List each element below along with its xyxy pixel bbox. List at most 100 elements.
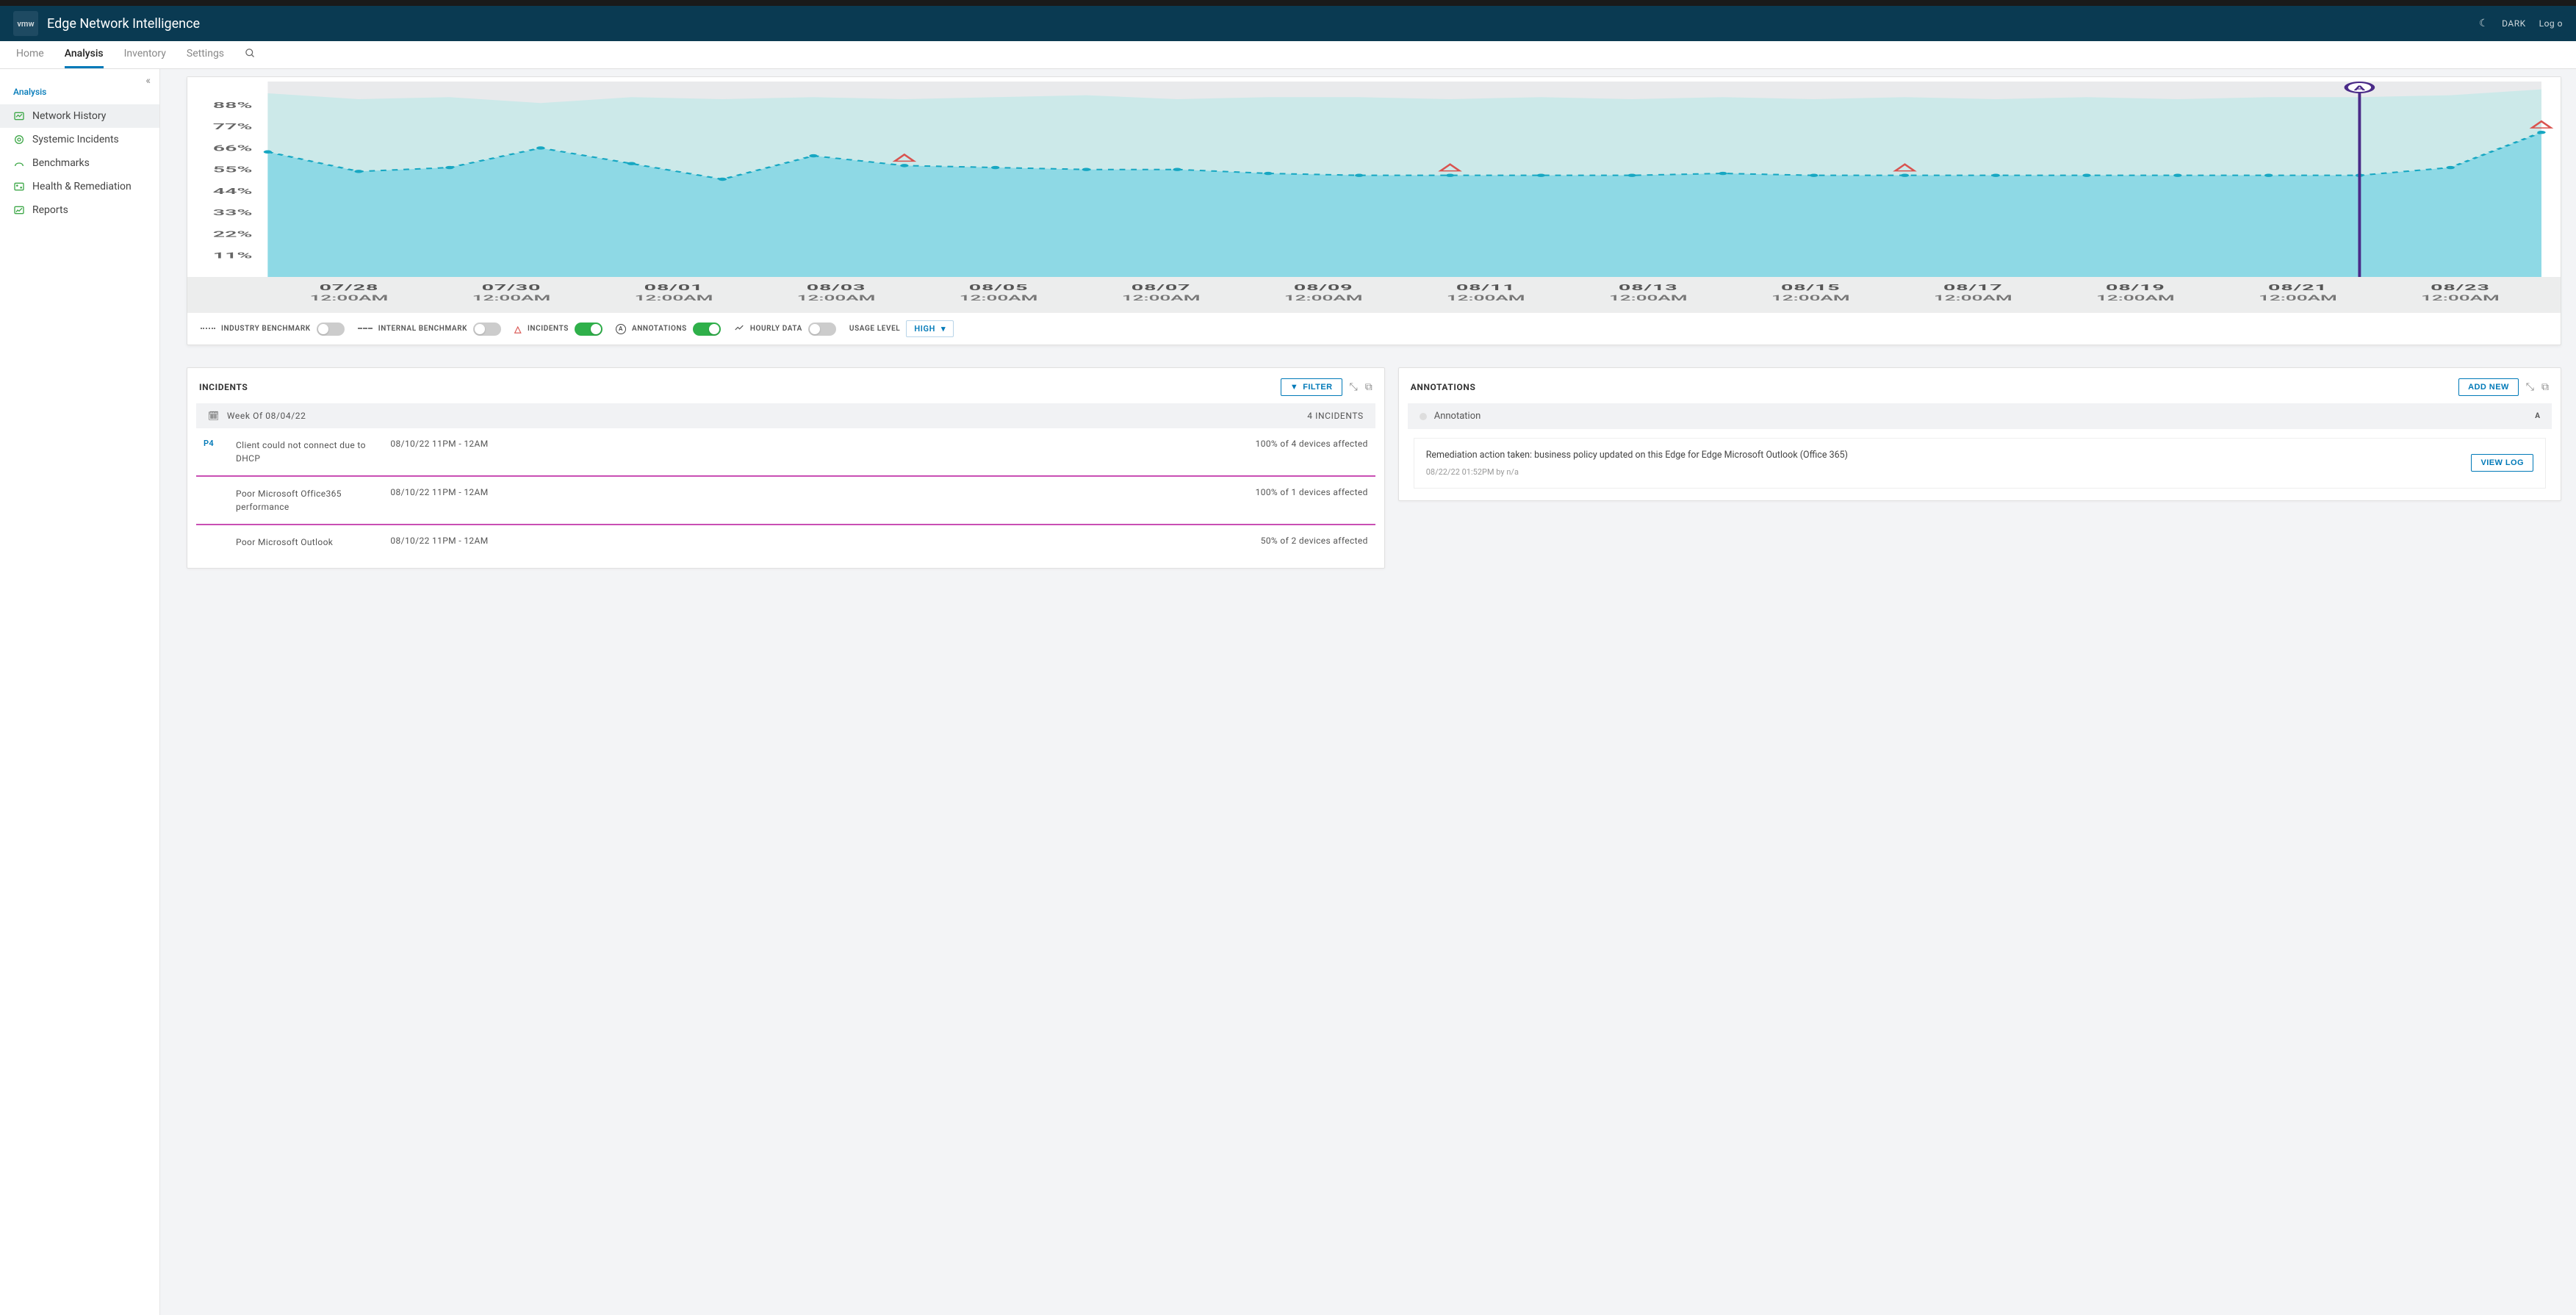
popout-icon[interactable]: ⧉ [2541,381,2549,393]
svg-text:07/30: 07/30 [482,283,542,292]
svg-text:07/28: 07/28 [320,283,379,292]
popout-icon[interactable]: ⧉ [1365,381,1372,393]
collapse-sidebar-icon[interactable]: « [145,75,151,87]
filter-icon: ▼ [1290,383,1298,392]
svg-text:12:00AM: 12:00AM [1122,294,1201,303]
annotation-group-label: Annotation [1434,411,1481,422]
svg-text:08/15: 08/15 [1781,283,1841,292]
incident-row[interactable]: Poor Microsoft Outlook 08/10/22 11PM - 12… [196,525,1375,559]
chart-legend-footer: INDUSTRY BENCHMARK INTERNAL BENCHMARK △ … [187,312,2561,345]
svg-text:08/09: 08/09 [1294,283,1353,292]
network-history-chart-card: 88%77%66%55%44%33%22%11%07/2812:00AM07/3… [187,76,2561,345]
collapse-icon[interactable]: ⤡ [1350,381,1358,393]
annotation-meta: 08/22/22 01:52PM by n/a [1426,466,2463,478]
incident-row[interactable]: P4 Client could not connect due to DHCP 08… [196,428,1375,477]
incident-time: 08/10/22 11PM - 12AM [377,487,502,497]
incident-affected: 100% of 1 devices affected [511,487,1368,497]
sidebar: « Analysis Network History Systemic Inci… [0,69,160,1315]
annotations-panel: ANNOTATIONS ADD NEW ⤡ ⧉ Annotation A Rem… [1398,367,2561,501]
logo: vmw [13,11,38,36]
svg-text:08/01: 08/01 [644,283,704,292]
annotation-dot-icon [1420,413,1427,420]
incidents-label: INCIDENTS [528,325,569,333]
svg-text:12:00AM: 12:00AM [1934,294,2012,303]
annotations-toggle[interactable] [693,323,721,336]
svg-text:12:00AM: 12:00AM [635,294,713,303]
svg-text:44%: 44% [213,187,253,196]
svg-text:12:00AM: 12:00AM [1447,294,1525,303]
annotation-badge: A [2535,412,2540,420]
history-icon [13,110,25,122]
nav-settings[interactable]: Settings [187,41,224,68]
svg-text:77%: 77% [213,123,253,132]
dark-mode-icon[interactable]: ☾ [2479,18,2489,29]
incidents-icon [13,134,25,145]
view-log-button[interactable]: VIEW LOG [2471,454,2533,472]
svg-text:33%: 33% [213,209,253,218]
industry-benchmark-swatch [201,325,215,333]
svg-text:11%: 11% [213,251,253,261]
sidebar-item-reports[interactable]: Reports [0,198,159,222]
industry-benchmark-toggle[interactable] [317,323,345,336]
annotations-label: ANNOTATIONS [632,325,687,333]
annotations-panel-title: ANNOTATIONS [1411,382,1476,392]
incident-description: Poor Microsoft Outlook [236,536,368,549]
incidents-group-label: Week Of 08/04/22 [227,411,306,421]
incident-affected: 50% of 2 devices affected [511,536,1368,546]
sidebar-item-health-remediation[interactable]: Health & Remediation [0,175,159,198]
svg-text:A: A [2354,84,2366,92]
incident-row[interactable]: Poor Microsoft Office365 performance 08/1… [196,477,1375,525]
sidebar-item-network-history[interactable]: Network History [0,104,159,128]
calendar-icon: 🗓 [208,411,220,421]
svg-text:08/05: 08/05 [969,283,1029,292]
sidebar-item-label: Network History [32,110,106,122]
svg-text:88%: 88% [213,101,253,110]
svg-text:08/11: 08/11 [1456,283,1516,292]
incident-time: 08/10/22 11PM - 12AM [377,536,502,546]
filter-button[interactable]: ▼ FILTER [1281,378,1342,396]
annotation-card: Remediation action taken: business polic… [1414,438,2546,489]
svg-text:08/23: 08/23 [2431,283,2490,292]
add-new-button[interactable]: ADD NEW [2458,378,2519,396]
annotations-marker-icon: A [616,324,626,334]
svg-text:12:00AM: 12:00AM [1771,294,1850,303]
svg-text:08/21: 08/21 [2268,283,2328,292]
sidebar-heading: Analysis [0,69,159,104]
app-title: Edge Network Intelligence [47,16,200,32]
sidebar-item-label: Systemic Incidents [32,134,119,145]
sidebar-item-benchmarks[interactable]: Benchmarks [0,151,159,175]
svg-text:12:00AM: 12:00AM [797,294,876,303]
network-history-chart[interactable]: 88%77%66%55%44%33%22%11%07/2812:00AM07/3… [187,77,2561,312]
sidebar-item-systemic-incidents[interactable]: Systemic Incidents [0,128,159,151]
incident-time: 08/10/22 11PM - 12AM [377,439,502,449]
benchmarks-icon [13,157,25,169]
svg-text:12:00AM: 12:00AM [960,294,1038,303]
incidents-panel-title: INCIDENTS [199,382,248,392]
svg-text:66%: 66% [213,144,253,154]
reports-icon [13,204,25,216]
logout-link[interactable]: Log o [2539,18,2563,29]
svg-text:08/19: 08/19 [2106,283,2165,292]
incident-description: Poor Microsoft Office365 performance [236,487,368,514]
incidents-marker-icon: △ [514,324,522,334]
usage-level-select[interactable]: HIGH ▾ [906,320,954,337]
internal-benchmark-swatch [358,325,373,333]
incidents-toggle[interactable] [575,323,602,336]
industry-benchmark-label: INDUSTRY BENCHMARK [221,325,311,333]
nav-home[interactable]: Home [16,41,44,68]
search-icon[interactable] [245,48,256,62]
sidebar-item-label: Health & Remediation [32,181,132,192]
nav-analysis[interactable]: Analysis [65,41,104,68]
incidents-count: 4 INCIDENTS [1307,411,1364,421]
incident-description: Client could not connect due to DHCP [236,439,368,465]
internal-benchmark-toggle[interactable] [473,323,501,336]
dark-mode-label: DARK [2502,18,2526,29]
incident-priority: P4 [204,439,227,448]
svg-text:08/17: 08/17 [1943,283,2003,292]
hourly-data-icon [734,323,744,335]
collapse-icon[interactable]: ⤡ [2526,381,2534,393]
svg-text:12:00AM: 12:00AM [1284,294,1363,303]
incidents-group-header: 🗓 Week Of 08/04/22 4 INCIDENTS [196,403,1375,428]
nav-inventory[interactable]: Inventory [124,41,166,68]
hourly-data-toggle[interactable] [808,323,836,336]
